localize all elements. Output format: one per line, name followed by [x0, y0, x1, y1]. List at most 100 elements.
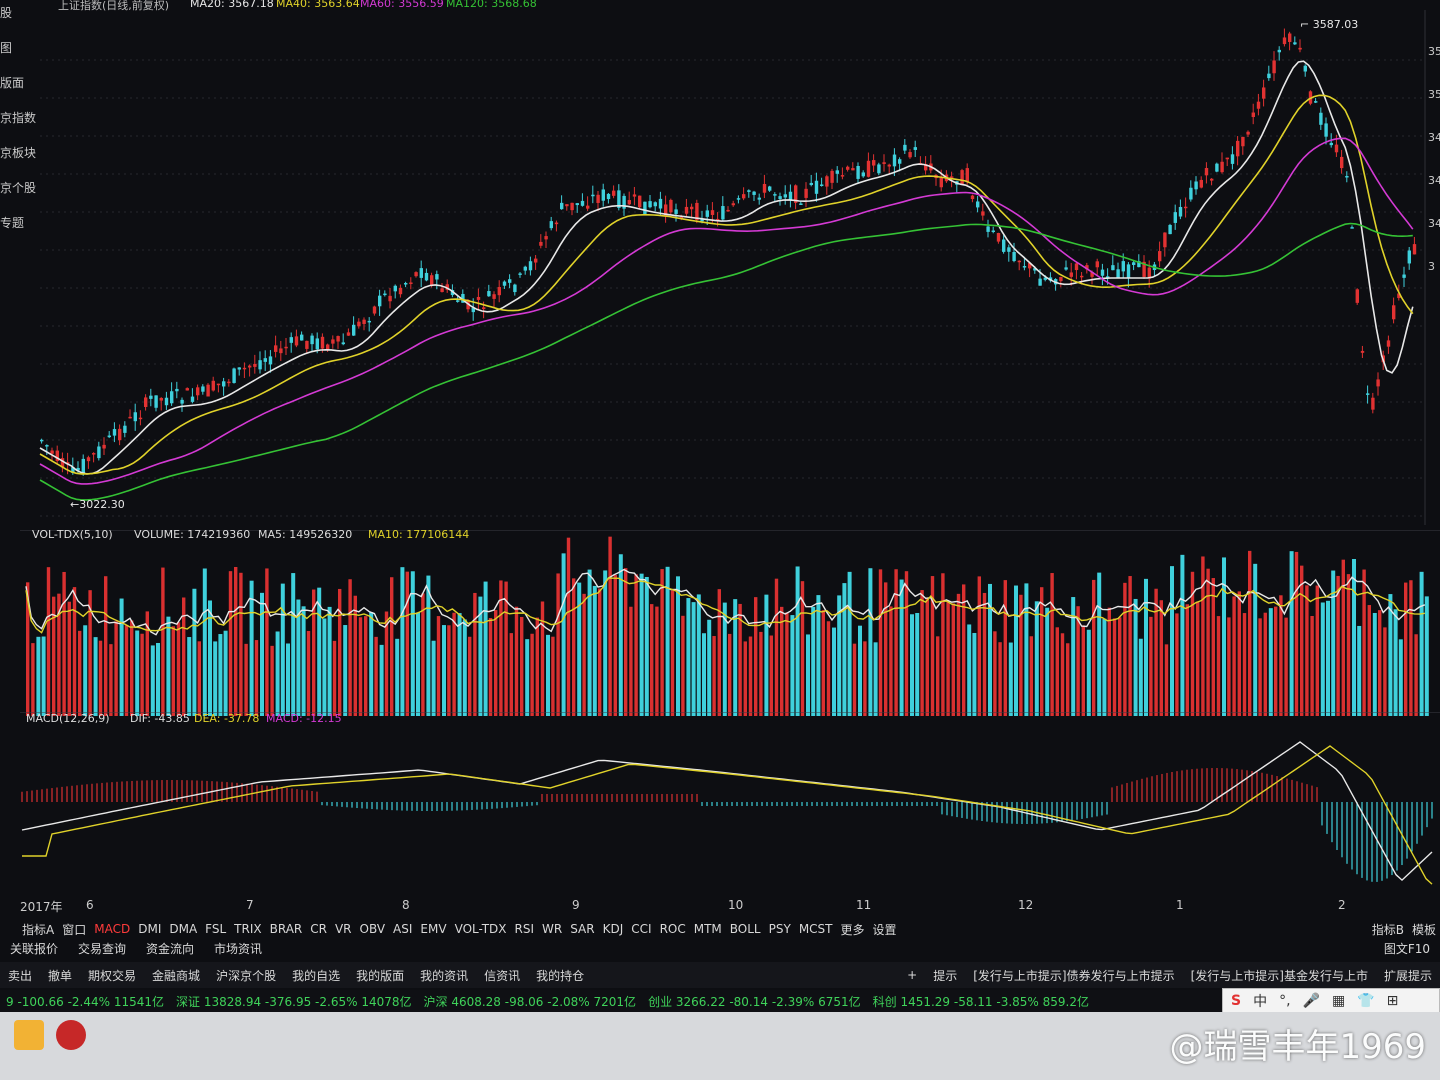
tab-dma[interactable]: DMA	[165, 922, 201, 936]
fund-notice-link[interactable]: [发行与上市提示]基金发行与上市	[1183, 967, 1376, 984]
volume-bar	[452, 612, 456, 716]
volume-bar	[1393, 609, 1398, 716]
candle	[1407, 250, 1411, 264]
my-layout-button[interactable]: 我的版面	[348, 967, 412, 984]
tab-cci[interactable]: CCI	[627, 922, 655, 936]
trade-query-button[interactable]: 交易查询	[68, 940, 136, 957]
tab-window[interactable]: 窗口	[58, 921, 90, 938]
tab-settings[interactable]: 设置	[869, 921, 901, 938]
candle	[497, 287, 501, 296]
volume-chart[interactable]	[0, 530, 1440, 718]
candle	[388, 295, 392, 302]
volume-bar	[202, 568, 207, 716]
volume-bar	[306, 630, 311, 716]
tab-vr[interactable]: VR	[331, 922, 356, 936]
tab-brar[interactable]: BRAR	[266, 922, 307, 936]
ticker-item[interactable]: 科创 1451.29 -58.11 -3.85% 859.2亿	[867, 993, 1095, 1010]
skin-icon[interactable]: 👕	[1357, 993, 1374, 1009]
capital-flow-button[interactable]: 资金流向	[136, 940, 204, 957]
candle	[580, 200, 585, 206]
cancel-order-button[interactable]: 撤单	[40, 967, 80, 984]
candle	[222, 381, 226, 387]
candle	[357, 321, 361, 327]
tab-emv[interactable]: EMV	[416, 922, 450, 936]
stocks-button[interactable]: 沪深京个股	[208, 967, 284, 984]
punctuation-icon[interactable]: °,	[1279, 993, 1290, 1009]
related-quotes-button[interactable]: 关联报价	[0, 940, 68, 957]
volume-bar	[1159, 600, 1163, 716]
keyboard-icon[interactable]: ▦	[1332, 993, 1345, 1009]
weibo-watermark: @瑞雪丰年1969	[1169, 1027, 1426, 1067]
volume-bar	[395, 638, 400, 716]
my-watchlist-button[interactable]: 我的自选	[284, 967, 348, 984]
volume-bar	[197, 641, 201, 716]
my-news-button[interactable]: 我的资讯	[412, 967, 476, 984]
candle	[757, 197, 761, 200]
tab-macd[interactable]: MACD	[90, 922, 134, 936]
volume-bar	[1300, 565, 1304, 716]
finance-mall-button[interactable]: 金融商城	[144, 967, 208, 984]
candle	[190, 396, 195, 402]
tab-cr[interactable]: CR	[306, 922, 331, 936]
ticker-item[interactable]: 沪深 4608.28 -98.06 -2.08% 7201亿	[418, 993, 643, 1010]
tab-mcst[interactable]: MCST	[795, 922, 837, 936]
sogou-icon[interactable]: S	[1231, 993, 1241, 1009]
add-icon[interactable]: +	[899, 968, 925, 982]
grid-icon[interactable]: ⊞	[1387, 993, 1399, 1009]
candle	[331, 339, 335, 344]
info-news-button[interactable]: 信资讯	[476, 967, 528, 984]
candle	[960, 170, 964, 185]
candle	[1236, 140, 1240, 157]
market-news-button[interactable]: 市场资讯	[204, 940, 272, 957]
tab-sar[interactable]: SAR	[566, 922, 598, 936]
volume-bar	[176, 622, 181, 716]
tab-fsl[interactable]: FSL	[201, 922, 230, 936]
candle	[674, 209, 678, 214]
tab-vol-tdx[interactable]: VOL-TDX	[451, 922, 511, 936]
ticker-item[interactable]: 创业 3266.22 -80.14 -2.39% 6751亿	[642, 993, 867, 1010]
tab-asi[interactable]: ASI	[389, 922, 416, 936]
tab-dmi[interactable]: DMI	[134, 922, 165, 936]
volume-bar	[98, 640, 103, 716]
tab-mtm[interactable]: MTM	[690, 922, 726, 936]
options-trade-button[interactable]: 期权交易	[80, 967, 144, 984]
tab-roc[interactable]: ROC	[656, 922, 690, 936]
file-explorer-icon[interactable]	[14, 1020, 44, 1050]
citic-app-icon[interactable]	[56, 1020, 86, 1050]
tab-kdj[interactable]: KDJ	[599, 922, 628, 936]
candle	[274, 345, 278, 352]
tab-obv[interactable]: OBV	[356, 922, 390, 936]
volume-bar	[1133, 598, 1138, 716]
f10-button[interactable]: 图文F10	[1374, 940, 1440, 957]
candle	[289, 337, 293, 343]
sell-button[interactable]: 卖出	[0, 967, 40, 984]
tab-indicator-a[interactable]: 指标A	[18, 921, 58, 938]
candle	[128, 416, 132, 419]
volume-bar	[587, 569, 592, 716]
tab-template[interactable]: 模板	[1408, 921, 1440, 938]
tab-more[interactable]: 更多	[837, 921, 869, 938]
tab-rsi[interactable]: RSI	[511, 922, 539, 936]
tab-psy[interactable]: PSY	[765, 922, 795, 936]
candle	[825, 176, 829, 187]
tab-indicator-b[interactable]: 指标B	[1368, 921, 1408, 938]
volume-bar	[582, 593, 586, 716]
extend-notice-link[interactable]: 扩展提示	[1376, 967, 1440, 984]
ma40-label: MA40: 3563.64	[276, 0, 360, 10]
tab-boll[interactable]: BOLL	[726, 922, 765, 936]
bond-notice-link[interactable]: [发行与上市提示]债券发行与上市提示	[965, 967, 1182, 984]
ticker-item[interactable]: 9 -100.66 -2.44% 11541亿	[0, 993, 170, 1010]
volume-bar	[816, 595, 821, 716]
macd-chart[interactable]	[0, 712, 1440, 900]
candle	[232, 368, 236, 383]
ticker-item[interactable]: 深证 13828.94 -376.95 -2.65% 14078亿	[170, 993, 417, 1010]
candle	[882, 162, 886, 164]
my-positions-button[interactable]: 我的持仓	[528, 967, 592, 984]
ime-chinese-mode[interactable]: 中	[1253, 991, 1267, 1011]
microphone-icon[interactable]: 🎤	[1303, 993, 1320, 1009]
volume-bar	[1232, 596, 1236, 716]
volume-bar	[650, 604, 654, 716]
tab-trix[interactable]: TRIX	[230, 922, 265, 936]
price-candlestick-chart[interactable]: ⌐ 3587.03 ←3022.30 35 35 34 34 34 3	[0, 0, 1440, 530]
tab-wr[interactable]: WR	[538, 922, 566, 936]
